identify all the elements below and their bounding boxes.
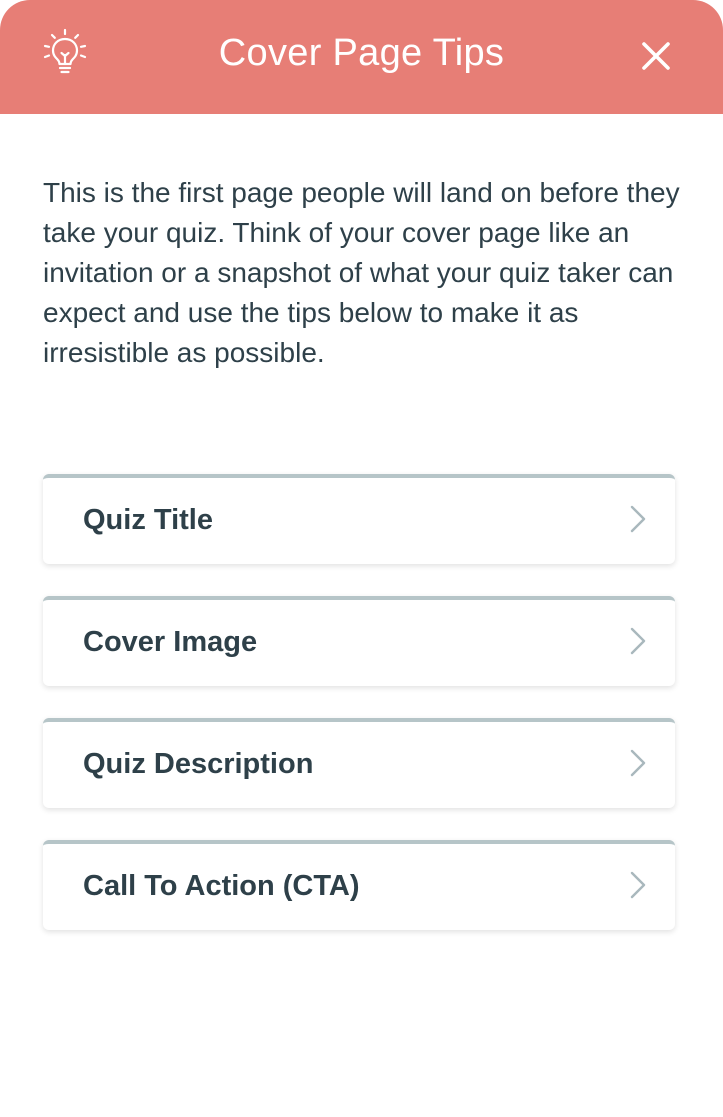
tip-label: Cover Image	[83, 626, 258, 658]
cover-page-tips-panel: Cover Page Tips This is the first page p…	[0, 0, 723, 1117]
tip-call-to-action[interactable]: Call To Action (CTA)	[43, 840, 675, 930]
panel-title: Cover Page Tips	[218, 32, 505, 74]
tip-quiz-title[interactable]: Quiz Title	[43, 474, 675, 564]
close-icon[interactable]	[636, 36, 676, 76]
tips-list: Quiz Title Cover Image Quiz Description …	[43, 474, 675, 962]
tip-label: Call To Action (CTA)	[83, 870, 360, 902]
chevron-right-icon	[630, 627, 646, 655]
chevron-right-icon	[630, 749, 646, 777]
tip-label: Quiz Description	[83, 748, 314, 780]
tip-label: Quiz Title	[83, 504, 213, 536]
intro-text: This is the first page people will land …	[43, 177, 680, 368]
chevron-right-icon	[630, 505, 646, 533]
panel-header: Cover Page Tips	[0, 0, 723, 114]
tip-quiz-description[interactable]: Quiz Description	[43, 718, 675, 808]
tip-cover-image[interactable]: Cover Image	[43, 596, 675, 686]
chevron-right-icon	[630, 871, 646, 899]
